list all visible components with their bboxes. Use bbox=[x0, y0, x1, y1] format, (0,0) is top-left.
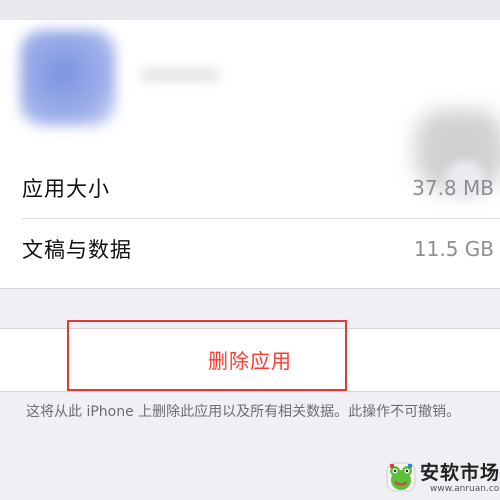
app-size-value: 37.8 MB bbox=[412, 176, 494, 200]
watermark-url: www.anruan.com bbox=[430, 484, 500, 494]
app-name-placeholder bbox=[140, 68, 220, 82]
delete-note: 这将从此 iPhone 上删除此应用以及所有相关数据。此操作不可撤销。 bbox=[26, 404, 461, 420]
watermark: 安软市场 www.anruan.com bbox=[384, 452, 500, 500]
app-size-row: 应用大小 37.8 MB bbox=[22, 158, 500, 219]
documents-data-label: 文稿与数据 bbox=[22, 238, 132, 262]
top-strip bbox=[0, 0, 500, 20]
highlight-box bbox=[67, 320, 347, 391]
documents-data-row: 文稿与数据 11.5 GB bbox=[22, 219, 500, 279]
app-size-label: 应用大小 bbox=[22, 177, 110, 201]
frog-logo-icon bbox=[386, 462, 416, 492]
watermark-text: 安软市场 bbox=[420, 462, 500, 484]
documents-data-value: 11.5 GB bbox=[413, 237, 494, 261]
app-icon bbox=[20, 30, 116, 126]
